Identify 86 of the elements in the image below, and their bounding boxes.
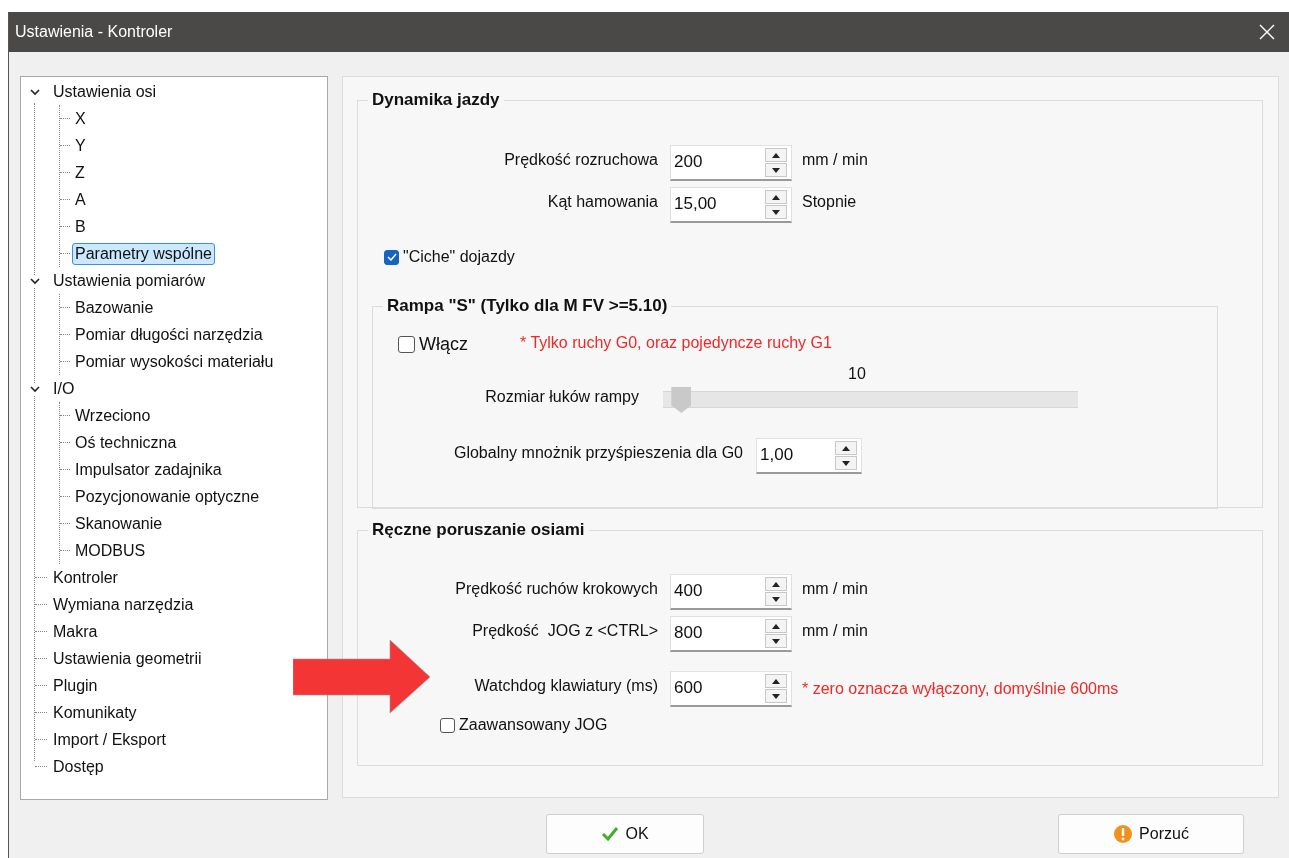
- field-label: Prędkość rozruchowa: [503, 151, 659, 169]
- tree-item[interactable]: I/O: [50, 377, 78, 400]
- tree-item[interactable]: Z: [72, 161, 88, 184]
- note-text: * zero oznacza wyłączony, domyślnie 600ms: [802, 680, 1119, 698]
- tree-item[interactable]: X: [72, 107, 89, 130]
- group-title: Ręczne poruszanie osiami: [371, 520, 586, 540]
- tree-item[interactable]: B: [72, 215, 89, 238]
- caret-up-icon: [842, 445, 850, 451]
- number-field[interactable]: 400: [670, 574, 792, 610]
- tree-item[interactable]: Kontroler: [50, 566, 121, 589]
- group-title: Dynamika jazdy: [371, 90, 501, 110]
- tree-item[interactable]: Oś techniczna: [72, 431, 180, 454]
- tree-item[interactable]: Impulsator zadajnika: [72, 458, 225, 481]
- spin-down-button[interactable]: [765, 205, 787, 219]
- spin-up-button[interactable]: [835, 441, 857, 455]
- tree-item[interactable]: Wymiana narzędzia: [50, 593, 197, 616]
- caret-up-icon: [772, 152, 780, 158]
- spin-down-button[interactable]: [765, 592, 787, 606]
- tree-item[interactable]: Y: [72, 134, 89, 157]
- spin-down-button[interactable]: [765, 634, 787, 648]
- spin-up-button[interactable]: [765, 577, 787, 591]
- close-icon: [1259, 24, 1275, 40]
- spin-up-button[interactable]: [765, 674, 787, 688]
- caret-down-icon: [772, 209, 780, 215]
- number-field[interactable]: 200: [670, 145, 792, 181]
- tree-item[interactable]: Ustawienia pomiarów: [50, 269, 209, 292]
- tree-item[interactable]: Plugin: [50, 674, 101, 697]
- tree-item[interactable]: Import / Eksport: [50, 728, 169, 751]
- checkbox[interactable]: [384, 249, 399, 265]
- ok-button[interactable]: OK: [546, 814, 704, 854]
- tree-item[interactable]: Ustawienia osi: [50, 80, 160, 103]
- unit-label: mm / min: [802, 580, 868, 598]
- field-label: Prędkość JOG z <CTRL>: [471, 622, 659, 640]
- field-label: Watchdog klawiatury (ms): [473, 677, 659, 695]
- checkbox-label: Zaawansowany JOG: [459, 716, 608, 734]
- field-label: Prędkość ruchów krokowych: [454, 580, 659, 598]
- warning-icon: [1113, 824, 1134, 844]
- number-field[interactable]: 600: [670, 671, 792, 707]
- caret-down-icon: [772, 167, 780, 173]
- caret-up-icon: [772, 678, 780, 684]
- unit-label: mm / min: [802, 151, 868, 169]
- field-label: Kąt hamowania: [546, 193, 659, 211]
- caret-down-icon: [772, 638, 780, 644]
- number-field[interactable]: 15,00: [670, 187, 792, 223]
- spin-up-button[interactable]: [765, 619, 787, 633]
- tree-item[interactable]: Parametry wspólne: [72, 242, 215, 265]
- caret-up-icon: [772, 194, 780, 200]
- group-title: Rampa "S" (Tylko dla M FV >=5.10): [386, 296, 669, 316]
- tree-item[interactable]: Wrzeciono: [72, 404, 154, 427]
- tree-item[interactable]: Ustawienia geometrii: [50, 647, 205, 670]
- checkbox-label: "Ciche" dojazdy: [403, 248, 515, 266]
- caret-down-icon: [772, 693, 780, 699]
- checkbox[interactable]: [398, 336, 415, 353]
- spin-up-button[interactable]: [765, 190, 787, 204]
- checkbox-label: Włącz: [419, 334, 468, 355]
- tree-item[interactable]: Pomiar wysokości materiału: [72, 350, 277, 373]
- caret-down-icon: [842, 460, 850, 466]
- window-title: Ustawienia - Kontroler: [15, 23, 173, 41]
- cancel-button[interactable]: Porzuć: [1058, 814, 1244, 854]
- number-field[interactable]: 1,00: [756, 438, 862, 474]
- tree-item[interactable]: Skanowanie: [72, 512, 166, 535]
- note-text: * Tylko ruchy G0, oraz pojedyncze ruchy G1: [520, 333, 832, 352]
- caret-up-icon: [772, 581, 780, 587]
- unit-label: mm / min: [802, 622, 868, 640]
- spin-down-button[interactable]: [765, 163, 787, 177]
- tree-item[interactable]: Bazowanie: [72, 296, 157, 319]
- caret-up-icon: [772, 623, 780, 629]
- tree-item[interactable]: Komunikaty: [50, 701, 140, 724]
- tree-item[interactable]: Makra: [50, 620, 101, 643]
- number-field[interactable]: 800: [670, 616, 792, 652]
- tree-item[interactable]: MODBUS: [72, 539, 149, 562]
- unit-label: Stopnie: [802, 193, 857, 211]
- slider-value: 10: [848, 365, 867, 383]
- slider-thumb[interactable]: [671, 387, 692, 413]
- slider-label: Rozmiar łuków rampy: [484, 388, 639, 406]
- spin-up-button[interactable]: [765, 148, 787, 162]
- spin-down-button[interactable]: [765, 689, 787, 703]
- tree-item[interactable]: Pozycjonowanie optyczne: [72, 485, 263, 508]
- checkmark-icon: [601, 826, 620, 842]
- caret-down-icon: [772, 596, 780, 602]
- field-label: Globalny mnożnik przyśpieszenia dla G0: [452, 444, 744, 462]
- tree-item[interactable]: Pomiar długości narzędzia: [72, 323, 266, 346]
- tree-item[interactable]: A: [72, 188, 89, 211]
- spin-down-button[interactable]: [835, 456, 857, 470]
- tree-item[interactable]: Dostęp: [50, 755, 107, 778]
- checkbox[interactable]: [440, 717, 455, 733]
